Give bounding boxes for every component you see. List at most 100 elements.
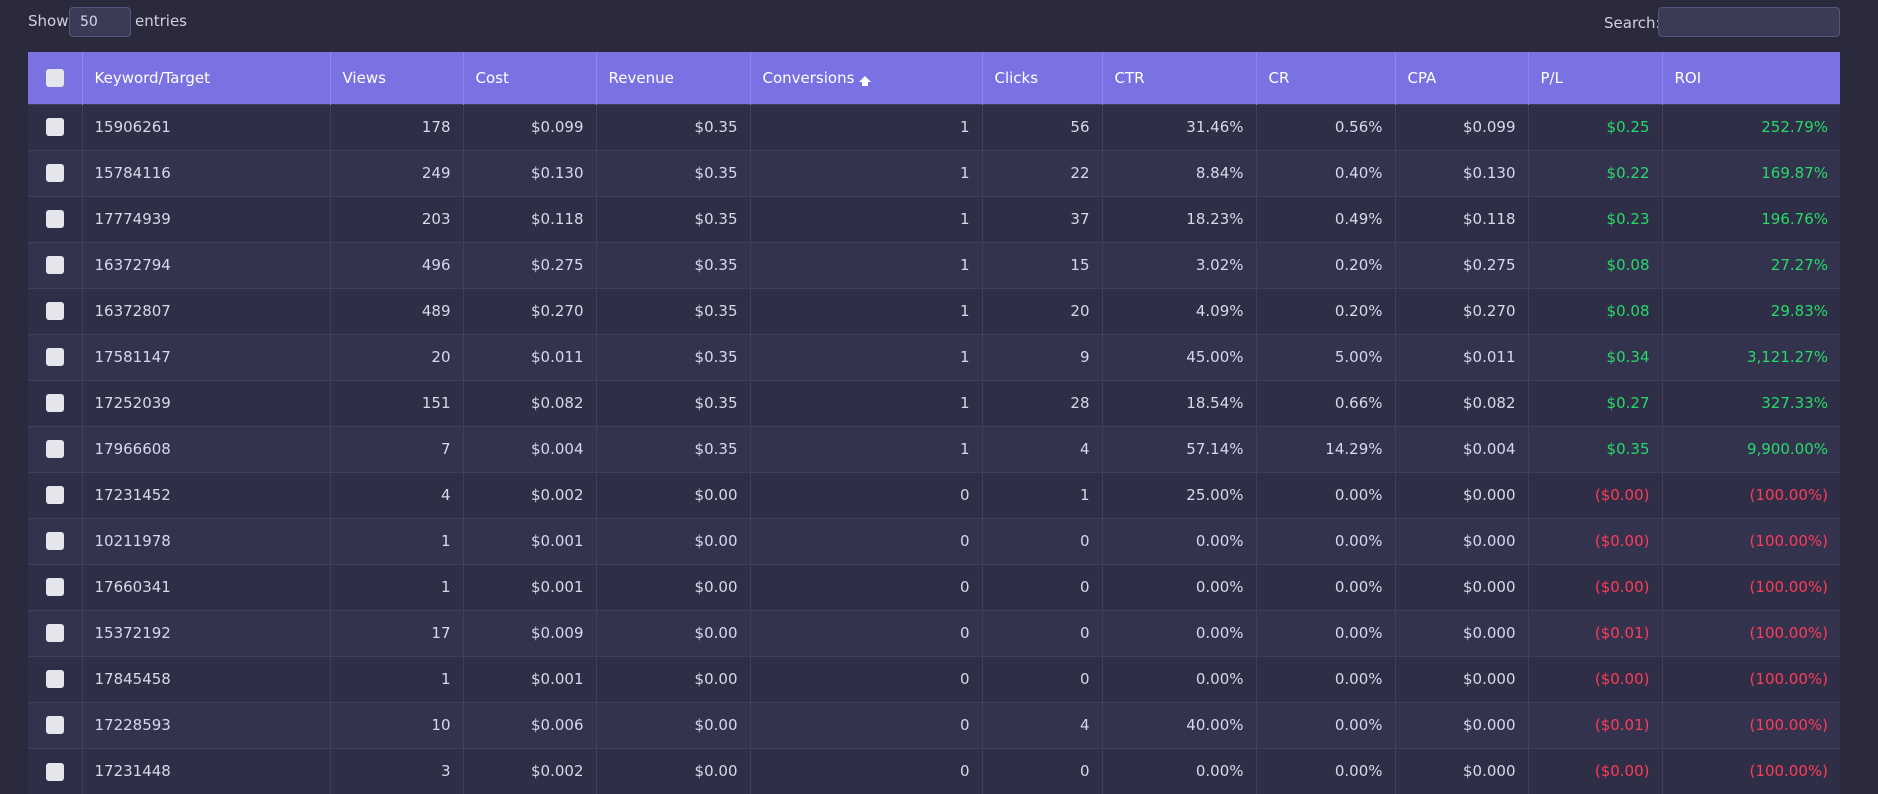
table-row[interactable]: 17845458 1 $0.001 $0.00 0 0 0.00% 0.00% $0.000 ($… — [28, 655, 1840, 702]
column-header-cpa[interactable]: CPA — [1395, 52, 1529, 104]
cell-revenue: $0.35 — [596, 425, 751, 472]
cell-roi: (100.00%) — [1662, 563, 1840, 610]
cell-views: 496 — [330, 241, 464, 288]
cell-clicks: 37 — [982, 195, 1103, 242]
cell-cr: 0.40% — [1256, 149, 1396, 196]
row-checkbox[interactable] — [45, 118, 64, 137]
cell-roi: 29.83% — [1662, 287, 1840, 334]
column-header-keyword[interactable]: Keyword/Target — [82, 52, 331, 104]
row-select-cell — [28, 747, 83, 794]
table-row[interactable]: 17252039 151 $0.082 $0.35 1 28 18.54% 0.66% $0.0… — [28, 379, 1840, 426]
row-checkbox[interactable] — [45, 440, 64, 459]
cell-cost: $0.006 — [463, 701, 597, 748]
cell-conversions: 1 — [750, 425, 983, 472]
column-header-revenue[interactable]: Revenue — [596, 52, 751, 104]
cell-cr: 0.00% — [1256, 701, 1396, 748]
column-header-cost[interactable]: Cost — [463, 52, 597, 104]
row-select-cell — [28, 425, 83, 472]
cell-conversions: 0 — [750, 563, 983, 610]
row-checkbox[interactable] — [45, 624, 64, 643]
row-select-cell — [28, 149, 83, 196]
cell-ctr: 0.00% — [1102, 517, 1257, 564]
cell-clicks: 0 — [982, 517, 1103, 564]
cell-ctr: 0.00% — [1102, 609, 1257, 656]
column-header-roi[interactable]: ROI — [1662, 52, 1840, 104]
cell-ctr: 18.23% — [1102, 195, 1257, 242]
table-row[interactable]: 17581147 20 $0.011 $0.35 1 9 45.00% 5.00% $0.011… — [28, 333, 1840, 380]
table-row[interactable]: 17228593 10 $0.006 $0.00 0 4 40.00% 0.00% $0.000… — [28, 701, 1840, 748]
cell-pl: $0.22 — [1528, 149, 1663, 196]
column-header-clicks[interactable]: Clicks — [982, 52, 1103, 104]
cell-ctr: 0.00% — [1102, 563, 1257, 610]
cell-conversions: 0 — [750, 655, 983, 702]
table-row[interactable]: 17774939 203 $0.118 $0.35 1 37 18.23% 0.49% $0.1… — [28, 195, 1840, 242]
column-header-pl[interactable]: P/L — [1528, 52, 1663, 104]
row-checkbox[interactable] — [45, 164, 64, 183]
cell-views: 151 — [330, 379, 464, 426]
cell-revenue: $0.35 — [596, 241, 751, 288]
table-row[interactable]: 17660341 1 $0.001 $0.00 0 0 0.00% 0.00% $0.000 ($… — [28, 563, 1840, 610]
table-row[interactable]: 15906261 178 $0.099 $0.35 1 56 31.46% 0.56% $0.0… — [28, 103, 1840, 150]
cell-views: 10 — [330, 701, 464, 748]
row-checkbox[interactable] — [45, 578, 64, 597]
cell-pl: ($0.01) — [1528, 701, 1663, 748]
column-header-views[interactable]: Views — [330, 52, 464, 104]
show-label: Show — [28, 12, 69, 30]
cell-cr: 14.29% — [1256, 425, 1396, 472]
column-header-conversions[interactable]: Conversions — [750, 52, 983, 104]
row-checkbox[interactable] — [45, 716, 64, 735]
row-select-cell — [28, 103, 83, 150]
cell-cost: $0.099 — [463, 103, 597, 150]
row-checkbox[interactable] — [45, 348, 64, 367]
cell-ctr: 0.00% — [1102, 747, 1257, 794]
table-row[interactable]: 16372794 496 $0.275 $0.35 1 15 3.02% 0.20% $0.27… — [28, 241, 1840, 288]
table-row[interactable]: 10211978 1 $0.001 $0.00 0 0 0.00% 0.00% $0.000 ($… — [28, 517, 1840, 564]
cell-pl: ($0.01) — [1528, 609, 1663, 656]
select-all-checkbox[interactable] — [45, 69, 64, 87]
table-row[interactable]: 16372807 489 $0.270 $0.35 1 20 4.09% 0.20% $0.27… — [28, 287, 1840, 334]
cell-roi: 252.79% — [1662, 103, 1840, 150]
cell-revenue: $0.00 — [596, 701, 751, 748]
row-select-cell — [28, 379, 83, 426]
cell-clicks: 4 — [982, 425, 1103, 472]
cell-cr: 0.00% — [1256, 609, 1396, 656]
cell-pl: $0.35 — [1528, 425, 1663, 472]
cell-cost: $0.009 — [463, 609, 597, 656]
row-checkbox[interactable] — [45, 762, 64, 781]
row-checkbox[interactable] — [45, 670, 64, 689]
cell-keyword: 15372192 — [82, 609, 331, 656]
cell-cr: 0.00% — [1256, 655, 1396, 702]
cell-keyword: 17231452 — [82, 471, 331, 518]
table-row[interactable]: 15372192 17 $0.009 $0.00 0 0 0.00% 0.00% $0.000(… — [28, 609, 1840, 656]
entries-per-page-input[interactable] — [69, 7, 131, 37]
cell-pl: $0.08 — [1528, 287, 1663, 334]
cell-roi: (100.00%) — [1662, 701, 1840, 748]
table-row[interactable]: 17231448 3 $0.002 $0.00 0 0 0.00% 0.00% $0.000 ($… — [28, 747, 1840, 794]
cell-views: 1 — [330, 517, 464, 564]
cell-revenue: $0.00 — [596, 517, 751, 564]
cell-ctr: 18.54% — [1102, 379, 1257, 426]
cell-pl: $0.25 — [1528, 103, 1663, 150]
cell-keyword: 17660341 — [82, 563, 331, 610]
row-checkbox[interactable] — [45, 486, 64, 505]
cell-keyword: 15784116 — [82, 149, 331, 196]
row-checkbox[interactable] — [45, 532, 64, 551]
row-select-cell — [28, 655, 83, 702]
table-row[interactable]: 17966608 7 $0.004 $0.35 1 4 57.14% 14.29% $0.004… — [28, 425, 1840, 472]
data-table-container: Keyword/Target Views Cost Revenue Conver… — [28, 52, 1840, 794]
cell-pl: ($0.00) — [1528, 563, 1663, 610]
row-checkbox[interactable] — [45, 394, 64, 413]
cell-conversions: 0 — [750, 471, 983, 518]
row-checkbox[interactable] — [45, 210, 64, 229]
row-select-cell — [28, 195, 83, 242]
table-row[interactable]: 17231452 4 $0.002 $0.00 0 1 25.00% 0.00% $0.000(… — [28, 471, 1840, 518]
search-input[interactable] — [1658, 7, 1840, 37]
column-header-cr[interactable]: CR — [1256, 52, 1396, 104]
table-row[interactable]: 15784116 249 $0.130 $0.35 1 22 8.84% 0.40% $0.13… — [28, 149, 1840, 196]
row-checkbox[interactable] — [45, 256, 64, 275]
cell-revenue: $0.00 — [596, 471, 751, 518]
cell-ctr: 57.14% — [1102, 425, 1257, 472]
row-checkbox[interactable] — [45, 302, 64, 321]
cell-pl: ($0.00) — [1528, 655, 1663, 702]
column-header-ctr[interactable]: CTR — [1102, 52, 1257, 104]
